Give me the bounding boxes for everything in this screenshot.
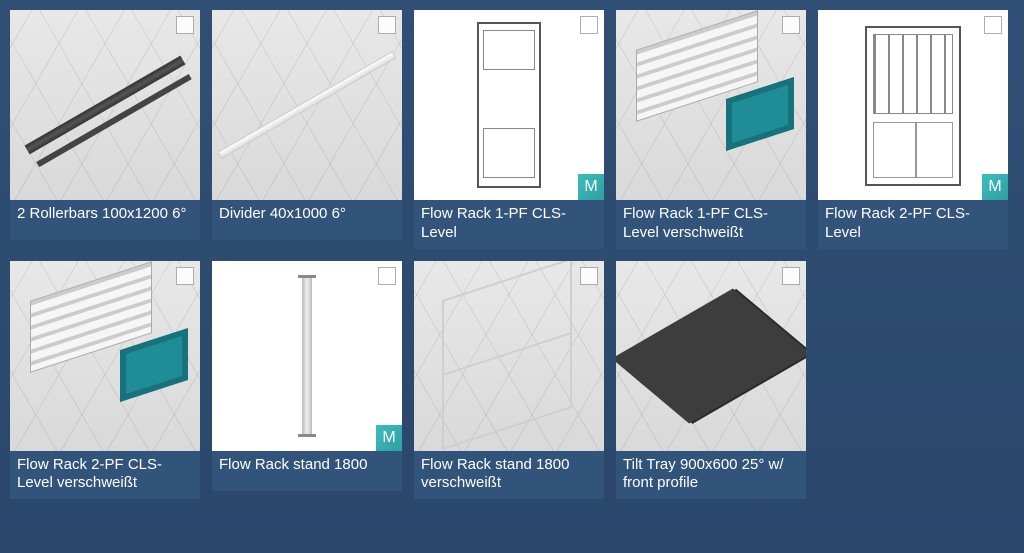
preview-graphic xyxy=(218,51,397,159)
asset-label: Flow Rack 2-PF CLS-Level verschweißt xyxy=(10,451,200,500)
asset-label: Tilt Tray 900x600 25° w/ front profile xyxy=(616,451,806,500)
asset-tile[interactable]: M Flow Rack stand 1800 xyxy=(212,261,402,500)
m-badge-icon: M xyxy=(982,174,1008,200)
asset-thumbnail xyxy=(414,261,604,451)
preview-graphic xyxy=(442,261,572,450)
asset-thumbnail xyxy=(10,261,200,451)
asset-thumbnail xyxy=(10,10,200,200)
asset-label: Divider 40x1000 6° xyxy=(212,200,402,240)
checkbox-icon[interactable] xyxy=(580,16,598,34)
asset-label: Flow Rack stand 1800 verschweißt xyxy=(414,451,604,500)
asset-label: Flow Rack 1-PF CLS-Level xyxy=(414,200,604,249)
m-badge-icon: M xyxy=(376,425,402,451)
checkbox-icon[interactable] xyxy=(176,267,194,285)
asset-label: Flow Rack 1-PF CLS-Level verschweißt xyxy=(616,200,806,249)
asset-tile[interactable]: Divider 40x1000 6° xyxy=(212,10,402,249)
asset-thumbnail: M xyxy=(212,261,402,451)
asset-gallery: 2 Rollerbars 100x1200 6° Divider 40x1000… xyxy=(0,0,1024,509)
asset-tile[interactable]: Flow Rack stand 1800 verschweißt xyxy=(414,261,604,500)
checkbox-icon[interactable] xyxy=(782,267,800,285)
checkbox-icon[interactable] xyxy=(984,16,1002,34)
asset-tile[interactable]: Flow Rack 2-PF CLS-Level verschweißt xyxy=(10,261,200,500)
asset-label: Flow Rack 2-PF CLS-Level xyxy=(818,200,1008,249)
asset-tile[interactable]: M Flow Rack 1-PF CLS-Level xyxy=(414,10,604,249)
asset-thumbnail xyxy=(616,10,806,200)
asset-thumbnail xyxy=(616,261,806,451)
checkbox-icon[interactable] xyxy=(378,16,396,34)
preview-graphic xyxy=(477,22,541,188)
m-badge-icon: M xyxy=(578,174,604,200)
checkbox-icon[interactable] xyxy=(176,16,194,34)
checkbox-icon[interactable] xyxy=(782,16,800,34)
asset-thumbnail xyxy=(212,10,402,200)
asset-thumbnail: M xyxy=(414,10,604,200)
asset-tile[interactable]: M Flow Rack 2-PF CLS-Level xyxy=(818,10,1008,249)
preview-graphic xyxy=(302,275,312,437)
asset-tile[interactable]: Tilt Tray 900x600 25° w/ front profile xyxy=(616,261,806,500)
preview-graphic xyxy=(865,26,961,186)
asset-label: 2 Rollerbars 100x1200 6° xyxy=(10,200,200,240)
preview-graphic xyxy=(616,288,806,423)
asset-tile[interactable]: 2 Rollerbars 100x1200 6° xyxy=(10,10,200,249)
asset-label: Flow Rack stand 1800 xyxy=(212,451,402,491)
asset-tile[interactable]: Flow Rack 1-PF CLS-Level verschweißt xyxy=(616,10,806,249)
checkbox-icon[interactable] xyxy=(580,267,598,285)
checkbox-icon[interactable] xyxy=(378,267,396,285)
preview-graphic xyxy=(25,56,186,155)
asset-thumbnail: M xyxy=(818,10,1008,200)
